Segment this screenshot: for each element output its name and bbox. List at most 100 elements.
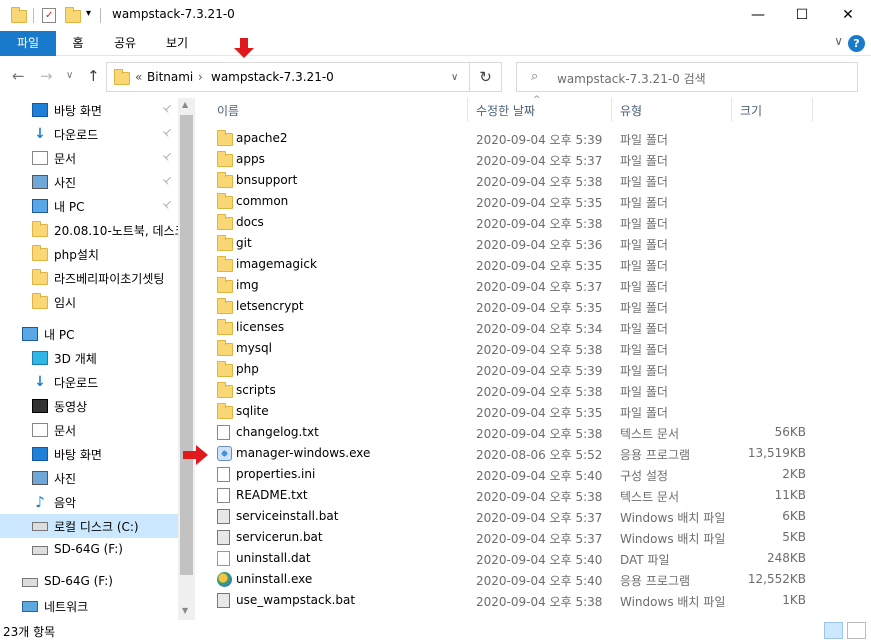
scroll-down-icon[interactable]: ▼ [182, 606, 188, 615]
breadcrumb-overflow[interactable]: « [135, 70, 142, 84]
drive-icon [32, 546, 48, 555]
pin-icon[interactable]: ⊥ [160, 198, 174, 212]
minimize-button[interactable]: — [735, 0, 781, 31]
file-row[interactable]: letsencrypt 2020-09-04 오후 5:35 파일 폴더 [195, 296, 871, 317]
file-row[interactable]: imagemagick 2020-09-04 오후 5:35 파일 폴더 [195, 254, 871, 275]
file-row[interactable]: sqlite 2020-09-04 오후 5:35 파일 폴더 [195, 401, 871, 422]
uninstall-exe-icon [217, 572, 232, 587]
breadcrumb-separator[interactable]: › [198, 70, 203, 84]
column-divider[interactable] [467, 98, 468, 122]
file-row[interactable]: uninstall.exe 2020-09-04 오후 5:40 응용 프로그램 12… [195, 569, 871, 590]
picture-icon [32, 175, 48, 189]
recent-locations-icon[interactable]: ∨ [66, 70, 73, 81]
file-row[interactable]: properties.ini 2020-09-04 오후 5:40 구성 설정 2KB [195, 464, 871, 485]
sidebar-item[interactable]: ↓ 다운로드 ⊥ [0, 122, 178, 146]
file-row[interactable]: uninstall.dat 2020-09-04 오후 5:40 DAT 파일 248… [195, 548, 871, 569]
sidebar-item[interactable]: 문서 ⊥ [0, 146, 178, 170]
sidebar-item[interactable]: 동영상 [0, 394, 178, 418]
tab-file[interactable]: 파일 [0, 31, 56, 56]
folder-icon [114, 69, 130, 85]
address-bar[interactable]: « Bitnami › wampstack-7.3.21-0 ∨ [106, 62, 470, 92]
forward-icon[interactable]: → [40, 67, 53, 85]
file-row[interactable]: docs 2020-09-04 오후 5:38 파일 폴더 [195, 212, 871, 233]
file-row[interactable]: common 2020-09-04 오후 5:35 파일 폴더 [195, 191, 871, 212]
pin-icon[interactable]: ⊥ [160, 150, 174, 164]
file-row[interactable]: servicerun.bat 2020-09-04 오후 5:37 Windows … [195, 527, 871, 548]
scroll-up-icon[interactable]: ▲ [182, 100, 188, 109]
file-size: 11KB [774, 488, 806, 502]
column-size[interactable]: 크기 [740, 102, 762, 119]
column-headers: ^ 이름 수정한 날짜 유형 크기 [195, 95, 871, 124]
file-row[interactable]: git 2020-09-04 오후 5:36 파일 폴더 [195, 233, 871, 254]
details-view-button[interactable] [824, 622, 843, 639]
tab-share[interactable]: 공유 [110, 31, 140, 56]
address-dropdown-icon[interactable]: ∨ [451, 72, 458, 83]
large-icons-view-button[interactable] [847, 622, 866, 639]
column-type[interactable]: 유형 [620, 102, 642, 119]
file-row[interactable]: img 2020-09-04 오후 5:37 파일 폴더 [195, 275, 871, 296]
scroll-thumb[interactable] [180, 115, 193, 575]
help-icon[interactable]: ? [848, 35, 865, 52]
file-row[interactable]: apache2 2020-09-04 오후 5:39 파일 폴더 [195, 128, 871, 149]
sidebar-scrollbar[interactable]: ▲ ▼ [178, 98, 195, 620]
file-row[interactable]: serviceinstall.bat 2020-09-04 오후 5:37 Wind… [195, 506, 871, 527]
sidebar-item[interactable]: 내 PC [0, 322, 178, 346]
up-icon[interactable]: ↑ [87, 67, 100, 85]
maximize-button[interactable]: ☐ [779, 0, 825, 31]
window-title: wampstack-7.3.21-0 [112, 7, 235, 21]
sidebar-item-label: 바탕 화면 [54, 104, 102, 118]
sidebar-item[interactable]: 임시 [0, 290, 178, 314]
file-row[interactable]: scripts 2020-09-04 오후 5:38 파일 폴더 [195, 380, 871, 401]
tab-view[interactable]: 보기 [162, 31, 192, 56]
sidebar-item[interactable]: 문서 [0, 418, 178, 442]
sidebar-item[interactable]: 네트워크 [0, 594, 178, 618]
sidebar-item[interactable]: 바탕 화면 [0, 442, 178, 466]
sidebar-item[interactable]: php설치 [0, 242, 178, 266]
quick-access-dropdown-icon[interactable]: ▾ [86, 8, 91, 19]
column-divider[interactable] [611, 98, 612, 122]
sidebar-item[interactable]: 로컬 디스크 (C:) [0, 514, 178, 538]
file-row[interactable]: apps 2020-09-04 오후 5:37 파일 폴더 [195, 149, 871, 170]
column-date[interactable]: 수정한 날짜 [476, 102, 535, 119]
pin-icon[interactable]: ⊥ [160, 102, 174, 116]
sidebar-item[interactable]: SD-64G (F:) [0, 538, 178, 562]
file-row[interactable]: licenses 2020-09-04 오후 5:34 파일 폴더 [195, 317, 871, 338]
refresh-button[interactable]: ↻ [470, 62, 502, 92]
file-name: apps [236, 152, 265, 166]
search-input[interactable]: wampstack-7.3.21-0 검색 [557, 70, 706, 87]
folder-icon [217, 214, 233, 230]
sidebar-item[interactable]: SD-64G (F:) [0, 570, 178, 594]
search-box[interactable]: ⌕ wampstack-7.3.21-0 검색 [516, 62, 858, 92]
expand-ribbon-icon[interactable]: ∨ [834, 34, 843, 48]
properties-icon[interactable]: ✓ [42, 8, 56, 23]
sidebar-item[interactable]: 사진 [0, 466, 178, 490]
sidebar-item[interactable]: 바탕 화면 ⊥ [0, 98, 178, 122]
file-row[interactable]: php 2020-09-04 오후 5:39 파일 폴더 [195, 359, 871, 380]
file-row[interactable]: manager-windows.exe 2020-08-06 오후 5:52 응용 … [195, 443, 871, 464]
document-icon [32, 151, 48, 165]
pin-icon[interactable]: ⊥ [160, 174, 174, 188]
sidebar-item[interactable]: 20.08.10-노트북, 데스크 [0, 218, 178, 242]
sidebar-item[interactable]: 라즈베리파이초기셋팅 [0, 266, 178, 290]
sidebar-item[interactable]: 내 PC ⊥ [0, 194, 178, 218]
column-divider[interactable] [731, 98, 732, 122]
sidebar-item[interactable]: 사진 ⊥ [0, 170, 178, 194]
breadcrumb-bitnami[interactable]: Bitnami [147, 70, 193, 84]
file-date: 2020-09-04 오후 5:39 [476, 364, 603, 378]
breadcrumb-current[interactable]: wampstack-7.3.21-0 [211, 70, 334, 84]
sidebar-item[interactable]: 3D 개체 [0, 346, 178, 370]
file-row[interactable]: changelog.txt 2020-09-04 오후 5:38 텍스트 문서 56K… [195, 422, 871, 443]
back-icon[interactable]: ← [12, 67, 25, 85]
sidebar-item[interactable]: ♪ 음악 [0, 490, 178, 514]
close-button[interactable]: ✕ [825, 0, 871, 31]
tab-home[interactable]: 홈 [66, 31, 90, 56]
sidebar-item[interactable]: ↓ 다운로드 [0, 370, 178, 394]
column-divider[interactable] [812, 98, 813, 122]
column-name[interactable]: 이름 [217, 102, 239, 119]
file-row[interactable]: bnsupport 2020-09-04 오후 5:38 파일 폴더 [195, 170, 871, 191]
file-row[interactable]: use_wampstack.bat 2020-09-04 오후 5:38 Windo… [195, 590, 871, 611]
file-row[interactable]: README.txt 2020-09-04 오후 5:38 텍스트 문서 11KB [195, 485, 871, 506]
new-folder-icon[interactable] [65, 7, 81, 23]
pin-icon[interactable]: ⊥ [160, 126, 174, 140]
file-row[interactable]: mysql 2020-09-04 오후 5:38 파일 폴더 [195, 338, 871, 359]
